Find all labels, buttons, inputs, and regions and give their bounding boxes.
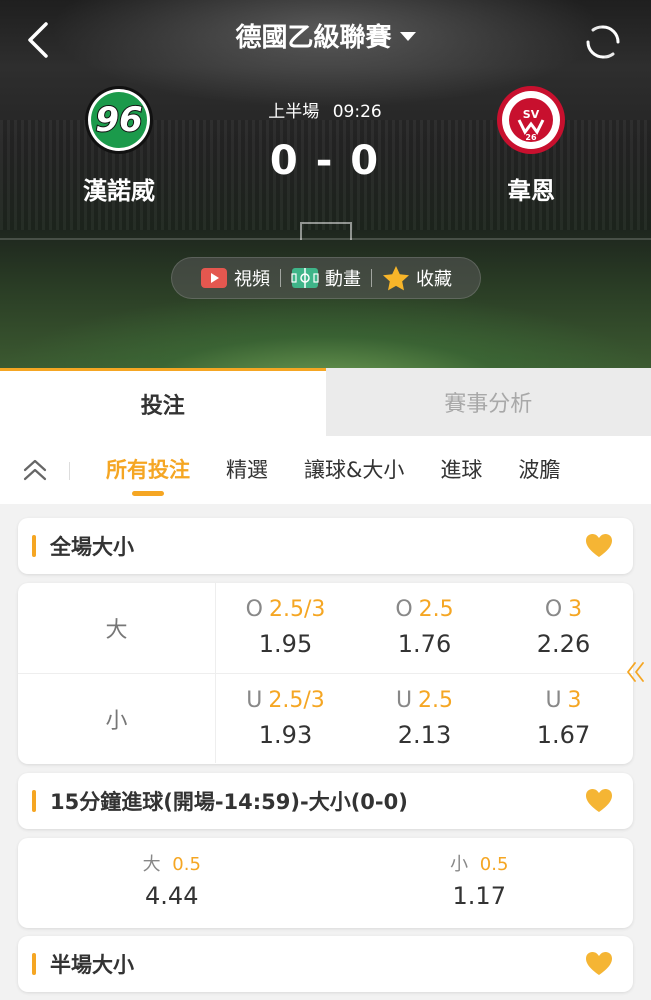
video-button[interactable]: 視頻	[190, 265, 280, 291]
odd-price: 4.44	[145, 882, 199, 910]
odd-button[interactable]: O 2.5/3 1.95	[216, 583, 355, 673]
league-title: 德國乙級聯賽	[235, 23, 392, 53]
scoreboard: 0 - 0	[225, 136, 425, 186]
line-value: 2.5	[418, 597, 454, 622]
line-value: 3	[568, 597, 583, 622]
market-header-15min-goals-ou[interactable]: 15分鐘進球(開場-14:59)-大小(0-0)	[18, 773, 633, 829]
market-filter-tabs: 所有投注 精選 讓球&大小 進球 波膽	[0, 436, 651, 504]
home-team-logo: 96	[83, 84, 155, 156]
away-team-name: 韋恩	[507, 177, 555, 205]
market-title: 15分鐘進球(開場-14:59)-大小(0-0)	[50, 790, 408, 814]
svg-text:26: 26	[525, 133, 537, 142]
tab-correct-score[interactable]: 波膽	[518, 436, 560, 504]
odd-button[interactable]: O3 2.26	[494, 583, 633, 673]
tab-featured[interactable]: 精選	[226, 436, 268, 504]
tab-goals[interactable]: 進球	[440, 436, 482, 504]
market-header-halftime-ou[interactable]: 半場大小	[18, 936, 633, 992]
accent-bar	[32, 790, 36, 812]
accent-bar	[32, 535, 36, 557]
media-bar: 視頻 動畫 收藏	[171, 257, 481, 299]
ou-marker: U	[395, 687, 413, 713]
line-value: 2.5/3	[268, 687, 325, 713]
odd-price: 1.95	[258, 630, 313, 658]
ou-marker: 小	[450, 854, 469, 875]
odds-table-fulltime-ou: 大 O 2.5/3 1.95 O 2.5 1.76 O3 2.26 小 U 2.5/3…	[18, 583, 633, 764]
home-score: 0	[269, 138, 300, 184]
odd-button[interactable]: U 2.5 2.13	[355, 674, 494, 763]
star-icon	[383, 266, 409, 291]
ou-marker: O	[245, 597, 263, 622]
double-chevron-left-icon[interactable]	[625, 660, 647, 684]
double-chevron-up-icon	[23, 459, 47, 481]
odd-button[interactable]: U3 1.67	[494, 674, 633, 763]
odd-price: 1.67	[536, 720, 591, 749]
away-score: 0	[350, 138, 381, 184]
odd-price: 1.76	[397, 630, 452, 658]
odd-price: 1.17	[452, 882, 506, 910]
odd-button[interactable]: 大 0.5 4.44	[18, 838, 326, 928]
refresh-icon	[586, 25, 620, 59]
away-team[interactable]: SV 26 韋恩	[456, 84, 606, 206]
league-selector[interactable]: 德國乙級聯賽	[0, 18, 651, 58]
svg-text:96: 96	[95, 100, 142, 140]
video-play-icon	[201, 268, 227, 288]
svg-text:SV: SV	[523, 108, 540, 121]
market-title: 全場大小	[50, 535, 134, 559]
odds-row-under: 小 U 2.5/3 1.93 U 2.5 2.13 U3 1.67	[18, 673, 633, 763]
odd-price: 2.13	[397, 720, 452, 749]
favorite-label: 收藏	[416, 269, 452, 290]
row-label: 小	[18, 674, 216, 763]
goal-frame	[300, 222, 352, 240]
row-label: 大	[18, 583, 216, 673]
refresh-button[interactable]	[583, 22, 623, 62]
ou-marker: U	[246, 687, 263, 713]
odds-table-15min-goals-ou: 大 0.5 4.44 小 0.5 1.17	[18, 838, 633, 928]
caret-down-icon	[399, 32, 416, 41]
odd-button[interactable]: O 2.5 1.76	[355, 583, 494, 673]
video-label: 視頻	[234, 269, 270, 290]
favorite-button[interactable]: 收藏	[372, 265, 462, 291]
odd-button[interactable]: 小 0.5 1.17	[326, 838, 634, 928]
line-value: 2.5	[418, 687, 454, 713]
tab-all-bets[interactable]: 所有投注	[106, 436, 190, 504]
match-period: 上半場	[268, 102, 320, 122]
away-team-logo: SV 26	[495, 84, 567, 156]
market-title: 半場大小	[50, 953, 134, 977]
line-value: 0.5	[479, 854, 509, 875]
tab-betting[interactable]: 投注	[0, 368, 326, 436]
ou-marker: O	[544, 597, 563, 622]
odd-price: 2.26	[536, 630, 591, 658]
collapse-button[interactable]	[0, 436, 70, 504]
heart-icon[interactable]	[585, 533, 613, 559]
home-team[interactable]: 96 漢諾威	[44, 84, 194, 206]
match-hero: 德國乙級聯賽 96 漢諾威 上半場 09:26 0 - 0 SV 26 韋恩 視…	[0, 0, 651, 370]
accent-bar	[32, 953, 36, 975]
tab-handicap-over-under[interactable]: 讓球&大小	[304, 436, 404, 504]
ou-marker: U	[545, 687, 562, 713]
line-value: 3	[567, 687, 582, 713]
odd-button[interactable]: U 2.5/3 1.93	[216, 674, 355, 763]
ou-marker: 大	[142, 854, 161, 875]
main-tabs: 投注 賽事分析	[0, 368, 651, 436]
market-header-fulltime-ou[interactable]: 全場大小	[18, 518, 633, 574]
match-info: 上半場 09:26 0 - 0	[225, 100, 425, 186]
animation-label: 動畫	[325, 269, 361, 290]
odds-row-over: 大 O 2.5/3 1.95 O 2.5 1.76 O3 2.26	[18, 583, 633, 673]
ou-marker: O	[395, 597, 413, 622]
heart-icon[interactable]	[585, 788, 613, 814]
pitch-animation-icon	[291, 268, 319, 288]
line-value: 2.5/3	[268, 597, 326, 622]
odd-price: 1.93	[258, 720, 313, 749]
tab-match-analysis[interactable]: 賽事分析	[325, 368, 651, 436]
animation-button[interactable]: 動畫	[281, 265, 371, 291]
line-value: 0.5	[172, 854, 201, 875]
heart-icon[interactable]	[585, 951, 613, 977]
match-clock: 09:26	[332, 102, 382, 122]
score-separator: -	[315, 138, 335, 184]
home-team-name: 漢諾威	[83, 177, 155, 205]
